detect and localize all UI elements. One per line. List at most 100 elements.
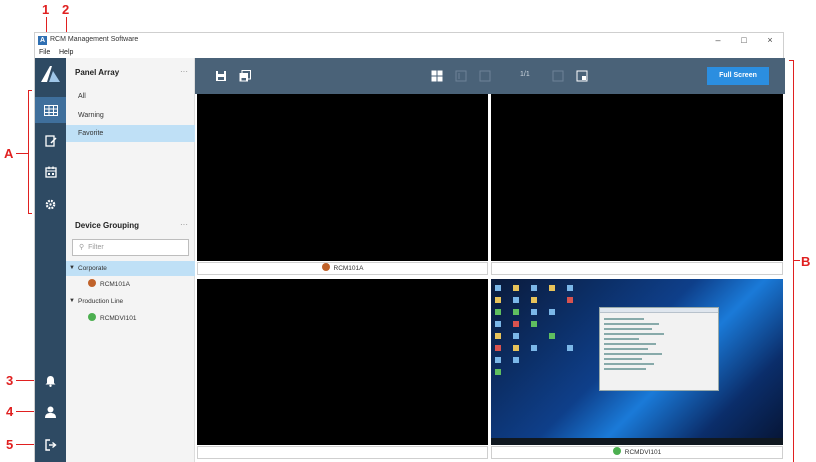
- rail-notifications-button[interactable]: [35, 368, 66, 394]
- rail-logout-button[interactable]: [35, 432, 66, 458]
- tree-group-label: Production Line: [78, 298, 124, 305]
- full-screen-button[interactable]: Full Screen: [707, 67, 769, 85]
- remote-taskbar: [491, 438, 783, 445]
- rail-panel-array-button[interactable]: [35, 97, 66, 123]
- device-status-icon: [88, 279, 96, 288]
- save-as-icon[interactable]: [239, 70, 251, 82]
- filter-input[interactable]: ⚲ Filter: [72, 239, 189, 256]
- view-toolbar: 1/1 Full Screen: [195, 58, 785, 94]
- desktop-icon: [495, 369, 501, 375]
- desktop-icon: [495, 345, 501, 351]
- last-page-icon[interactable]: [576, 70, 588, 82]
- annotation-A-bracket: [28, 90, 29, 214]
- caret-down-icon: ▼: [69, 265, 75, 271]
- video-panel-4-label: RCMDVI101: [491, 446, 783, 459]
- annotation-4-line: [16, 411, 36, 412]
- annotation-A-line: [16, 153, 28, 154]
- annotation-5: 5: [6, 437, 14, 452]
- tree-group-corporate[interactable]: ▼ Corporate: [66, 261, 195, 276]
- desktop-icon: [549, 333, 555, 339]
- desktop-icon: [513, 309, 519, 315]
- desktop-icon: [531, 321, 537, 327]
- panel-array-item-favorite[interactable]: Favorite: [66, 125, 195, 142]
- remote-window: [599, 307, 719, 391]
- close-button[interactable]: ×: [757, 33, 783, 47]
- app-logo-icon: A: [38, 36, 47, 45]
- desktop-icon: [567, 297, 573, 303]
- desktop-icon: [531, 345, 537, 351]
- annotation-B-bracket: [793, 60, 794, 462]
- desktop-icon: [513, 333, 519, 339]
- video-panel-2-label: [491, 262, 783, 275]
- panel-array-item-all[interactable]: All: [66, 88, 195, 105]
- layout-grid-icon[interactable]: [431, 70, 443, 82]
- annotation-3: 3: [6, 373, 14, 388]
- search-icon: ⚲: [79, 244, 85, 251]
- grid-icon: [43, 104, 58, 116]
- main-view: 1/1 Full Screen RCM101A RCMDVI101: [195, 58, 785, 462]
- navigation-rail: [35, 58, 66, 462]
- filter-placeholder: Filter: [88, 244, 104, 251]
- desktop-icon: [495, 309, 501, 315]
- menu-help[interactable]: Help: [59, 49, 73, 56]
- desktop-icon: [513, 345, 519, 351]
- annotation-A: A: [4, 146, 14, 161]
- caret-down-icon: ▼: [69, 298, 75, 304]
- rail-edit-button[interactable]: [35, 128, 66, 154]
- user-icon: [45, 406, 56, 418]
- video-panel-1-label: RCM101A: [197, 262, 488, 275]
- device-status-icon: [321, 263, 330, 272]
- panel-device-name: RCM101A: [333, 265, 364, 272]
- annotation-2-line: [66, 17, 67, 33]
- device-grouping-more-button[interactable]: ···: [180, 220, 188, 229]
- annotation-B: B: [801, 254, 811, 269]
- video-panel-2[interactable]: [491, 94, 783, 261]
- video-panel-3[interactable]: [197, 279, 488, 445]
- tree-device-rcmdvi101[interactable]: RCMDVI101: [66, 311, 195, 326]
- brand-logo-icon: [41, 66, 60, 82]
- panel-array-more-button[interactable]: ···: [180, 67, 188, 76]
- rail-settings-button[interactable]: [35, 191, 66, 217]
- annotation-2: 2: [62, 2, 70, 17]
- desktop-icon: [495, 333, 501, 339]
- annotation-5-line: [16, 444, 36, 445]
- desktop-icon: [495, 357, 501, 363]
- menu-file[interactable]: File: [39, 49, 50, 56]
- logout-icon: [44, 439, 57, 451]
- desktop-icon: [513, 357, 519, 363]
- desktop-icon: [495, 321, 501, 327]
- app-window: A RCM Management Software – □ × File Hel…: [34, 32, 785, 462]
- screenshot-root: 1 2 A B 3 4 5 A RCM Management Software …: [0, 0, 816, 462]
- desktop-icon: [513, 321, 519, 327]
- annotation-A-bracket-bottom: [28, 213, 32, 214]
- tree-device-rcm101a[interactable]: RCM101A: [66, 277, 195, 292]
- next-page-icon[interactable]: [552, 70, 564, 82]
- device-grouping-title: Device Grouping: [75, 221, 140, 230]
- minimize-button[interactable]: –: [705, 33, 731, 47]
- prev-page-icon[interactable]: [479, 70, 491, 82]
- title-bar: A RCM Management Software – □ ×: [35, 33, 783, 49]
- page-indicator: 1/1: [520, 71, 530, 78]
- tree-group-label: Corporate: [78, 265, 107, 272]
- annotation-B-bracket-top: [789, 60, 793, 61]
- desktop-icon: [513, 285, 519, 291]
- desktop-icon: [567, 345, 573, 351]
- edit-icon: [44, 135, 57, 147]
- tree-group-production-line[interactable]: ▼ Production Line: [66, 294, 195, 309]
- device-status-icon: [612, 447, 621, 456]
- maximize-button[interactable]: □: [731, 33, 757, 47]
- annotation-4: 4: [6, 404, 14, 419]
- desktop-icon: [531, 285, 537, 291]
- rail-schedule-button[interactable]: [35, 159, 66, 185]
- panel-array-item-warning[interactable]: Warning: [66, 107, 195, 124]
- save-icon[interactable]: [215, 70, 227, 82]
- video-panel-4[interactable]: [491, 279, 783, 445]
- window-title: RCM Management Software: [50, 36, 139, 43]
- rail-user-button[interactable]: [35, 399, 66, 425]
- first-page-icon[interactable]: [455, 70, 467, 82]
- annotation-3-line: [16, 380, 36, 381]
- desktop-icon: [513, 297, 519, 303]
- annotation-B-line: [794, 260, 800, 261]
- desktop-icon: [549, 285, 555, 291]
- video-panel-1[interactable]: [197, 94, 488, 261]
